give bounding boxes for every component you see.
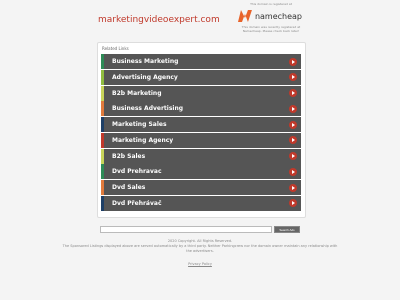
link-label: Business Advertising (112, 105, 184, 113)
footer: 2020 Copyright. All Rights Reserved. The… (60, 239, 340, 254)
link-color-bar (101, 195, 104, 211)
related-link-row[interactable]: Dvd Sales (101, 180, 301, 195)
related-link-row[interactable]: B2b Marketing (101, 85, 301, 101)
related-links-panel: Related Links Business Marketing Advertis… (97, 42, 306, 218)
related-links-list: Business Marketing Advertising Agency B2b … (101, 54, 301, 212)
namecheap-logo[interactable]: namecheap (238, 9, 302, 23)
related-link-row[interactable]: Business Marketing (101, 54, 301, 69)
panel-title: Related Links (102, 46, 129, 51)
related-link-row[interactable]: Advertising Agency (101, 69, 301, 85)
link-color-bar (101, 164, 104, 180)
link-color-bar (101, 180, 104, 195)
search-button[interactable]: Search Ads (274, 226, 300, 233)
link-color-bar (101, 85, 104, 101)
link-color-bar (101, 54, 104, 69)
brand-name: namecheap (254, 11, 302, 21)
domain-title: marketingvideoexpert.com (98, 15, 220, 25)
arrow-right-icon (289, 57, 297, 66)
disclaimer-text: The Sponsored Listings displayed above a… (62, 244, 338, 253)
arrow-right-icon (289, 104, 297, 113)
link-color-bar (101, 132, 104, 148)
privacy-policy-link[interactable]: Privacy Policy (0, 262, 400, 266)
link-label: B2b Marketing (112, 89, 162, 97)
related-link-row[interactable]: B2b Sales (101, 148, 301, 164)
arrow-right-icon (289, 136, 297, 145)
link-color-bar (101, 101, 104, 117)
link-color-bar (101, 148, 104, 164)
arrow-right-icon (289, 152, 297, 160)
search-input[interactable] (100, 226, 272, 233)
link-label: Dvd Prehravac (112, 168, 162, 176)
related-link-row[interactable]: Marketing Agency (101, 132, 301, 148)
link-color-bar (101, 117, 104, 132)
link-label: Advertising Agency (112, 73, 178, 81)
link-label: Dvd Přehrávač (112, 199, 162, 207)
related-link-row[interactable]: Business Advertising (101, 101, 301, 117)
arrow-right-icon (289, 183, 297, 192)
registered-note: This domain is registered at (250, 2, 292, 6)
link-label: Dvd Sales (112, 184, 146, 191)
arrow-right-icon (289, 167, 297, 176)
arrow-right-icon (289, 199, 297, 208)
arrow-right-icon (289, 120, 297, 129)
arrow-right-icon (289, 89, 297, 97)
brand-note: This domain was recently registered at N… (241, 25, 301, 33)
related-link-row[interactable]: Dvd Přehrávač (101, 195, 301, 211)
arrow-right-icon (289, 73, 297, 82)
link-color-bar (101, 69, 104, 85)
link-label: Business Marketing (112, 58, 179, 65)
namecheap-logo-icon (238, 10, 252, 22)
link-label: Marketing Sales (112, 121, 167, 128)
related-link-row[interactable]: Dvd Prehravac (101, 164, 301, 180)
link-label: B2b Sales (112, 152, 146, 160)
search-bar: Search Ads (100, 226, 300, 233)
related-link-row[interactable]: Marketing Sales (101, 117, 301, 132)
link-label: Marketing Agency (112, 136, 174, 144)
